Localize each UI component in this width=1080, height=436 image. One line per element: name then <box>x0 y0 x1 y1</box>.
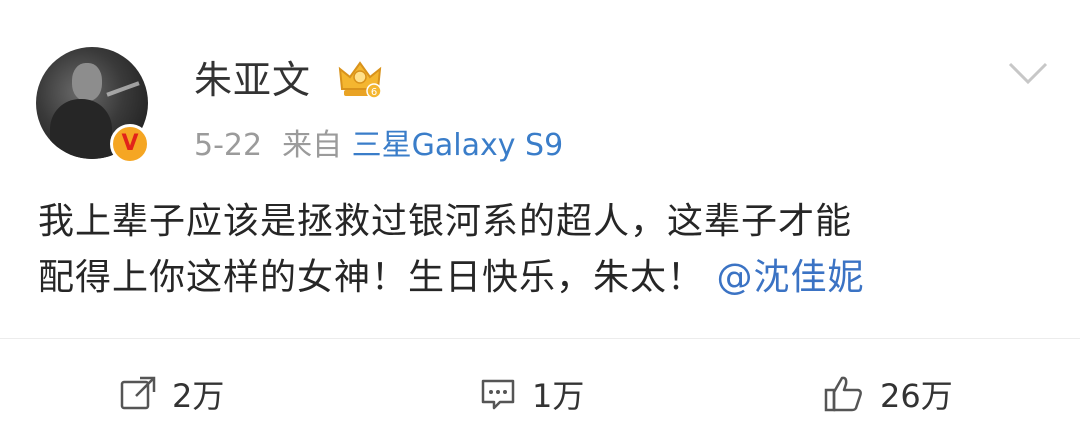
post-content: 我上辈子应该是拯救过银河系的超人，这辈子才能 配得上你这样的女神！生日快乐，朱太… <box>38 194 1048 306</box>
thumbs-up-icon <box>824 376 862 412</box>
like-button[interactable]: 26万 <box>822 366 953 422</box>
avatar-highlight <box>106 81 140 97</box>
repost-count: 2万 <box>172 377 225 415</box>
avatar-figure-head <box>72 63 102 101</box>
chevron-down-icon[interactable] <box>1006 58 1050 88</box>
comment-icon <box>481 379 515 410</box>
post-meta: 5-22 来自 三星Galaxy S9 <box>194 124 563 168</box>
divider <box>0 338 1080 339</box>
like-count: 26万 <box>880 377 953 415</box>
post-date: 5-22 <box>194 128 263 163</box>
repost-button[interactable]: 2万 <box>118 366 224 422</box>
source-prefix: 来自 <box>282 128 343 163</box>
device-link[interactable]: 三星Galaxy S9 <box>352 128 564 163</box>
svg-text:6: 6 <box>371 87 377 98</box>
username[interactable]: 朱亚文 <box>194 52 311 108</box>
comment-button[interactable]: 1万 <box>478 366 584 422</box>
verified-v-icon: V <box>110 124 150 164</box>
crown-icon[interactable]: 6 <box>336 55 384 103</box>
mention-link[interactable]: @沈佳妮 <box>716 257 864 298</box>
share-icon <box>120 376 156 410</box>
comment-count: 1万 <box>532 377 585 415</box>
post-text-line-1: 我上辈子应该是拯救过银河系的超人，这辈子才能 <box>38 201 853 242</box>
avatar-figure-body <box>50 99 112 159</box>
post-text-line-2: 配得上你这样的女神！生日快乐，朱太！ <box>38 257 705 298</box>
weibo-post: V 朱亚文 6 5-22 来自 三星Galaxy S9 我上辈子应该是拯救过银河… <box>0 0 1080 436</box>
